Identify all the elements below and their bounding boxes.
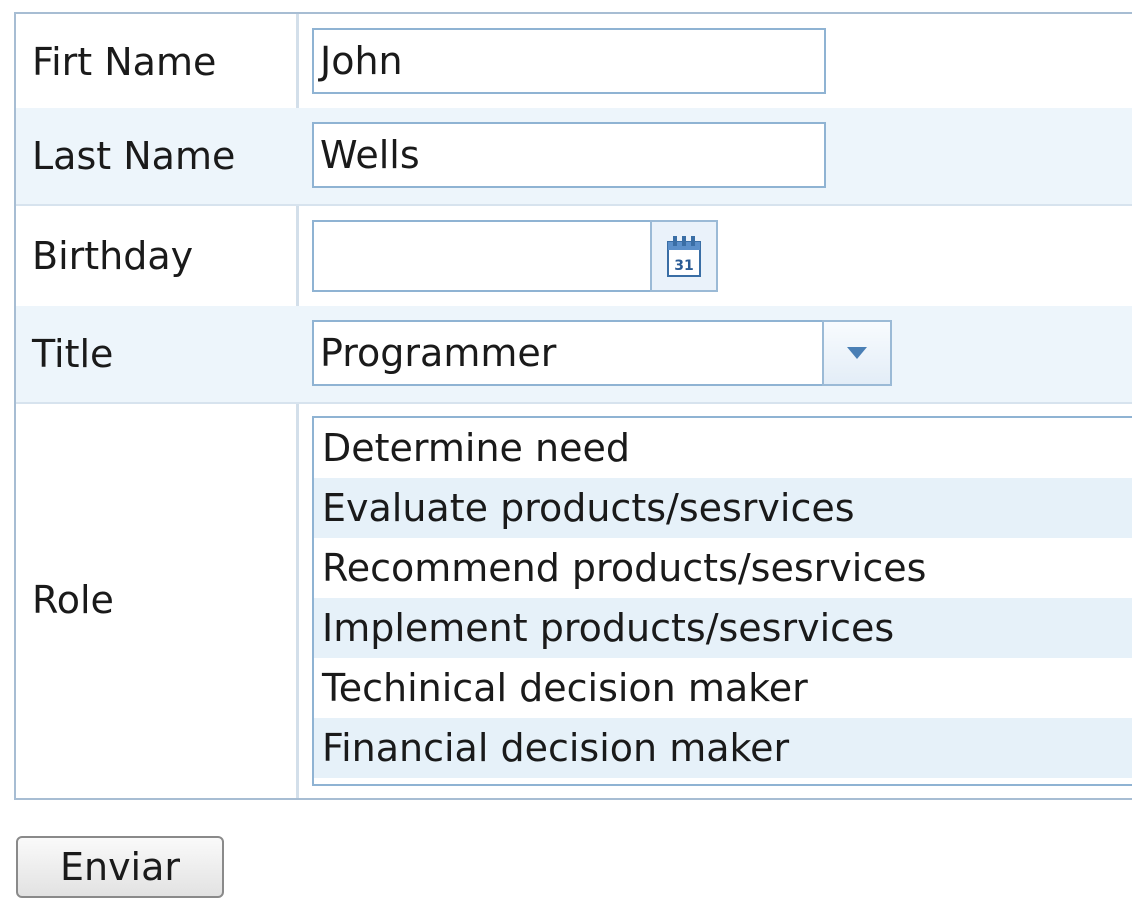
role-option[interactable]: Evaluate products/sesrvices bbox=[314, 478, 1132, 538]
role-option[interactable]: Financial decision maker bbox=[314, 718, 1132, 778]
row-last-name: Last Name Wells bbox=[16, 108, 1132, 206]
row-role: Role Determine need Evaluate products/se… bbox=[16, 402, 1132, 798]
first-name-label: Firt Name bbox=[32, 40, 217, 84]
role-option[interactable]: Recommend products/sesrvices bbox=[314, 538, 1132, 598]
form-table: Firt Name John Last Name Wells Birthday … bbox=[14, 12, 1132, 800]
role-option[interactable]: Implement products/sesrvices bbox=[314, 598, 1132, 658]
birthday-label: Birthday bbox=[32, 234, 194, 278]
title-label: Title bbox=[32, 332, 114, 376]
submit-button[interactable]: Enviar bbox=[16, 836, 224, 898]
last-name-label: Last Name bbox=[32, 134, 236, 178]
calendar-button[interactable]: 31 bbox=[650, 220, 718, 292]
calendar-icon: 31 bbox=[667, 236, 701, 277]
birthday-input[interactable] bbox=[312, 220, 652, 292]
last-name-input[interactable]: Wells bbox=[312, 122, 826, 188]
chevron-down-icon bbox=[847, 347, 867, 359]
first-name-input[interactable]: John bbox=[312, 28, 826, 94]
role-option[interactable]: Techinical decision maker bbox=[314, 658, 1132, 718]
role-listbox[interactable]: Determine need Evaluate products/sesrvic… bbox=[312, 416, 1132, 786]
calendar-icon-text: 31 bbox=[674, 258, 693, 274]
role-option[interactable]: Determine need bbox=[314, 418, 1132, 478]
row-first-name: Firt Name John bbox=[16, 14, 1132, 110]
role-label: Role bbox=[32, 578, 114, 622]
title-select[interactable]: Programmer bbox=[312, 320, 824, 386]
row-birthday: Birthday 31 bbox=[16, 204, 1132, 308]
row-title: Title Programmer bbox=[16, 306, 1132, 404]
title-dropdown-button[interactable] bbox=[822, 320, 892, 386]
